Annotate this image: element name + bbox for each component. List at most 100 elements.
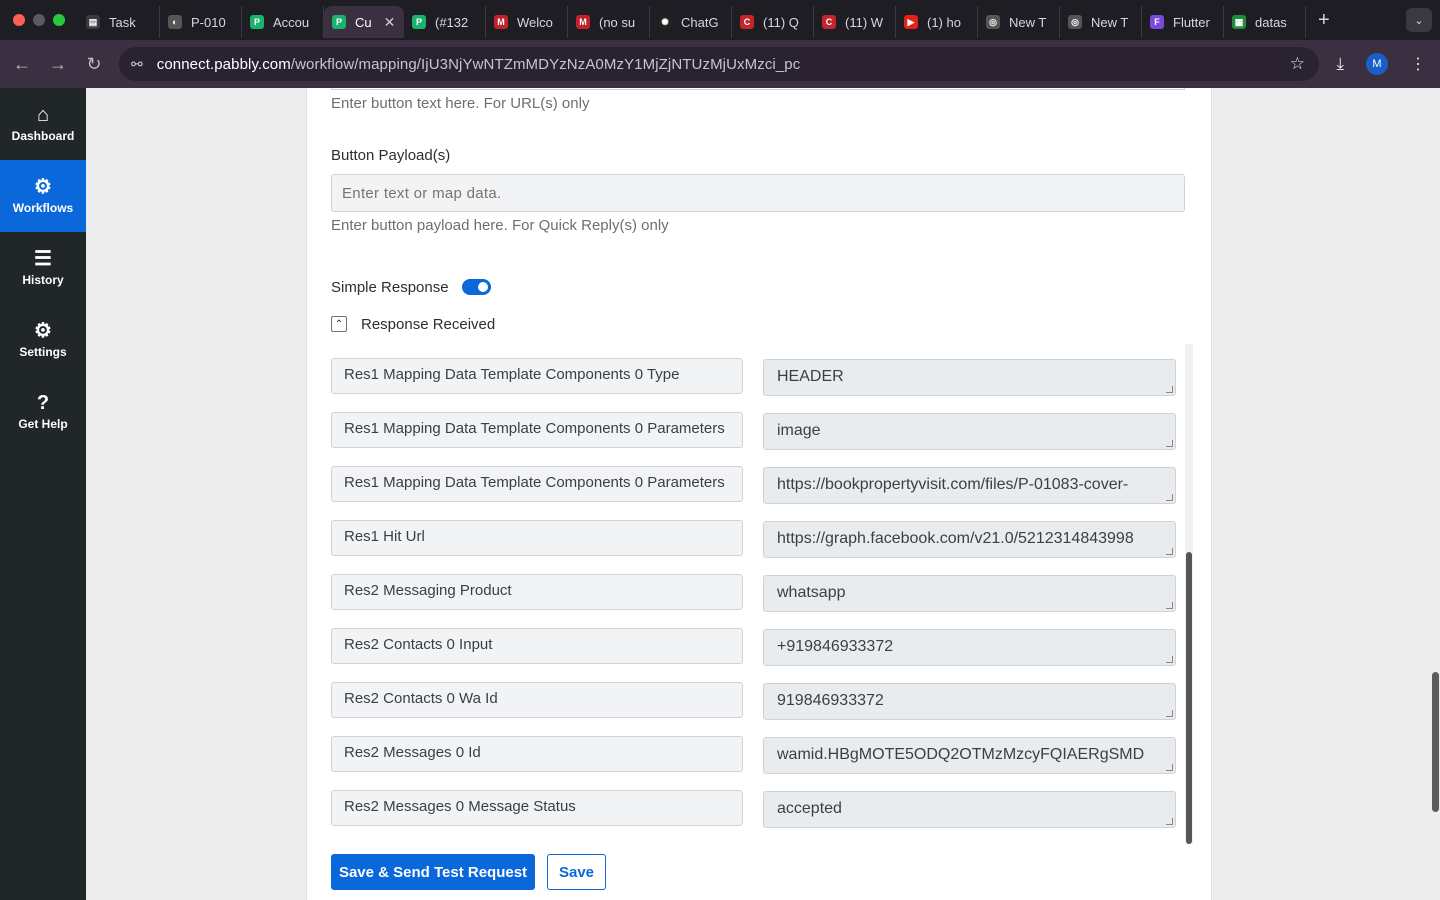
response-key[interactable]: Res2 Messages 0 Message Status bbox=[331, 790, 743, 826]
tab-favicon-icon: ▦ bbox=[1232, 15, 1246, 29]
button-text-input-edge[interactable] bbox=[331, 88, 1185, 90]
download-icon[interactable]: ⤓ bbox=[1336, 54, 1344, 74]
tab-favicon-icon: ▶ bbox=[904, 15, 918, 29]
sidebar-item-get-help[interactable]: ? Get Help bbox=[0, 376, 86, 448]
close-tab-icon[interactable]: ✕ bbox=[384, 14, 396, 31]
response-key[interactable]: Res2 Contacts 0 Wa Id bbox=[331, 682, 743, 718]
browser-tab[interactable]: ▶ (1) ho bbox=[896, 6, 978, 38]
tab-label: (1) ho bbox=[927, 14, 961, 30]
tab-favicon-icon: M bbox=[576, 15, 590, 29]
browser-tab[interactable]: ◐ P-010 bbox=[160, 6, 242, 38]
save-button[interactable]: Save bbox=[547, 854, 606, 890]
response-value[interactable]: wamid.HBgMOTE5ODQ2OTMzMzcyFQIAERgSMD bbox=[763, 737, 1176, 774]
bookmark-star-icon[interactable]: ☆ bbox=[1290, 54, 1305, 74]
sidebar-item-dashboard[interactable]: ⌂ Dashboard bbox=[0, 88, 86, 160]
response-row: Res1 Mapping Data Template Components 0 … bbox=[331, 358, 1185, 396]
tab-label: (no su bbox=[599, 14, 636, 30]
url-path: /workflow/mapping/IjU3NjYwNTZmMDYzNzA0Mz… bbox=[290, 55, 801, 73]
tab-favicon-icon: P bbox=[332, 15, 346, 29]
response-key[interactable]: Res2 Messages 0 Id bbox=[331, 736, 743, 772]
mapping-form-card: Enter button text here. For URL(s) only … bbox=[306, 88, 1212, 900]
response-key[interactable]: Res1 Mapping Data Template Components 0 … bbox=[331, 412, 743, 448]
simple-response-label: Simple Response bbox=[331, 279, 449, 296]
response-row: Res2 Contacts 0 Wa Id 919846933372 bbox=[331, 682, 1185, 720]
browser-tab[interactable]: ✺ ChatG bbox=[650, 6, 732, 38]
page-scroll-thumb[interactable] bbox=[1432, 672, 1439, 812]
response-value[interactable]: https://graph.facebook.com/v21.0/5212314… bbox=[763, 521, 1176, 558]
browser-tab[interactable]: ◎ New T bbox=[1060, 6, 1142, 38]
response-row: Res1 Mapping Data Template Components 0 … bbox=[331, 466, 1185, 504]
response-received-label: Response Received bbox=[361, 316, 496, 333]
url-host: connect.pabbly.com bbox=[156, 55, 291, 73]
button-text-help: Enter button text here. For URL(s) only bbox=[331, 95, 590, 112]
address-bar[interactable]: ⚯ connect.pabbly.com/workflow/mapping/Ij… bbox=[119, 47, 1319, 81]
window-controls bbox=[0, 14, 78, 26]
response-key[interactable]: Res2 Contacts 0 Input bbox=[331, 628, 743, 664]
response-row: Res1 Hit Url https://graph.facebook.com/… bbox=[331, 520, 1185, 558]
reload-button[interactable]: ↻ bbox=[76, 54, 112, 75]
response-key[interactable]: Res1 Mapping Data Template Components 0 … bbox=[331, 466, 743, 502]
tab-favicon-icon: C bbox=[822, 15, 836, 29]
response-key[interactable]: Res1 Mapping Data Template Components 0 … bbox=[331, 358, 743, 394]
sidebar-item-history[interactable]: ☰ History bbox=[0, 232, 86, 304]
response-value[interactable]: HEADER bbox=[763, 359, 1176, 396]
gear-icon: ⚙ bbox=[34, 320, 52, 342]
browser-tab[interactable]: C (11) W bbox=[814, 6, 896, 38]
browser-tab[interactable]: M Welco bbox=[486, 6, 568, 38]
url-text[interactable]: connect.pabbly.com/workflow/mapping/IjU3… bbox=[157, 56, 801, 73]
site-info-icon[interactable]: ⚯ bbox=[131, 56, 143, 73]
tab-search-button[interactable]: ⌄ bbox=[1406, 8, 1432, 32]
response-row: Res1 Mapping Data Template Components 0 … bbox=[331, 412, 1185, 450]
tab-label: (11) W bbox=[845, 14, 884, 30]
tab-label: P-010 bbox=[191, 14, 226, 30]
response-value[interactable]: accepted bbox=[763, 791, 1176, 828]
browser-tab[interactable]: P (#132 bbox=[404, 6, 486, 38]
response-row: Res2 Contacts 0 Input +919846933372 bbox=[331, 628, 1185, 666]
browser-tab[interactable]: ▦ datas bbox=[1224, 6, 1306, 38]
tab-label: (11) Q bbox=[763, 14, 799, 30]
tab-label: ChatG bbox=[681, 14, 719, 30]
response-key[interactable]: Res2 Messaging Product bbox=[331, 574, 743, 610]
chevron-up-icon[interactable]: ⌃ bbox=[331, 316, 347, 332]
response-value[interactable]: whatsapp bbox=[763, 575, 1176, 612]
tab-label: New T bbox=[1091, 14, 1129, 30]
tab-label: Flutter bbox=[1173, 14, 1210, 30]
sidebar-item-settings[interactable]: ⚙ Settings bbox=[0, 304, 86, 376]
back-button[interactable]: ← bbox=[4, 54, 40, 75]
profile-avatar[interactable]: M bbox=[1366, 53, 1388, 75]
response-list-scrollbar[interactable] bbox=[1185, 344, 1193, 844]
browser-tab[interactable]: P Cu ✕ bbox=[324, 6, 404, 38]
save-and-send-test-request-button[interactable]: Save & Send Test Request bbox=[331, 854, 535, 890]
toolbar-actions: ⤓ M ⋮ bbox=[1336, 40, 1440, 88]
close-window-button[interactable] bbox=[13, 14, 25, 26]
browser-tab[interactable]: ▤ Task bbox=[78, 6, 160, 38]
tab-favicon-icon: P bbox=[250, 15, 264, 29]
maximize-window-button[interactable] bbox=[53, 14, 65, 26]
minimize-window-button[interactable] bbox=[33, 14, 45, 26]
browser-menu-icon[interactable]: ⋮ bbox=[1410, 54, 1426, 74]
tab-favicon-icon: M bbox=[494, 15, 508, 29]
page-scrollbar[interactable] bbox=[1431, 88, 1440, 900]
browser-tab[interactable]: ◎ New T bbox=[978, 6, 1060, 38]
response-value[interactable]: https://bookpropertyvisit.com/files/P-01… bbox=[763, 467, 1176, 504]
sidebar-item-label: History bbox=[22, 273, 64, 287]
response-value[interactable]: 919846933372 bbox=[763, 683, 1176, 720]
sidebar-item-label: Workflows bbox=[12, 201, 74, 215]
browser-tab[interactable]: F Flutter bbox=[1142, 6, 1224, 38]
response-value[interactable]: +919846933372 bbox=[763, 629, 1176, 666]
simple-response-toggle[interactable] bbox=[462, 279, 491, 295]
tab-label: datas bbox=[1255, 14, 1287, 30]
sidebar-item-workflows[interactable]: ⚙ Workflows bbox=[0, 160, 86, 232]
button-payload-input[interactable] bbox=[331, 174, 1185, 212]
browser-tab[interactable]: M (no su bbox=[568, 6, 650, 38]
response-key[interactable]: Res1 Hit Url bbox=[331, 520, 743, 556]
new-tab-button[interactable]: + bbox=[1318, 9, 1330, 32]
tab-favicon-icon: ▤ bbox=[86, 15, 100, 29]
response-value[interactable]: image bbox=[763, 413, 1176, 450]
browser-tab[interactable]: P Accou bbox=[242, 6, 324, 38]
forward-button[interactable]: → bbox=[40, 54, 76, 75]
browser-tab[interactable]: C (11) Q bbox=[732, 6, 814, 38]
response-list-scroll-thumb[interactable] bbox=[1186, 552, 1192, 844]
sidebar-item-label: Settings bbox=[19, 345, 67, 359]
tab-label: Cu bbox=[355, 14, 372, 30]
